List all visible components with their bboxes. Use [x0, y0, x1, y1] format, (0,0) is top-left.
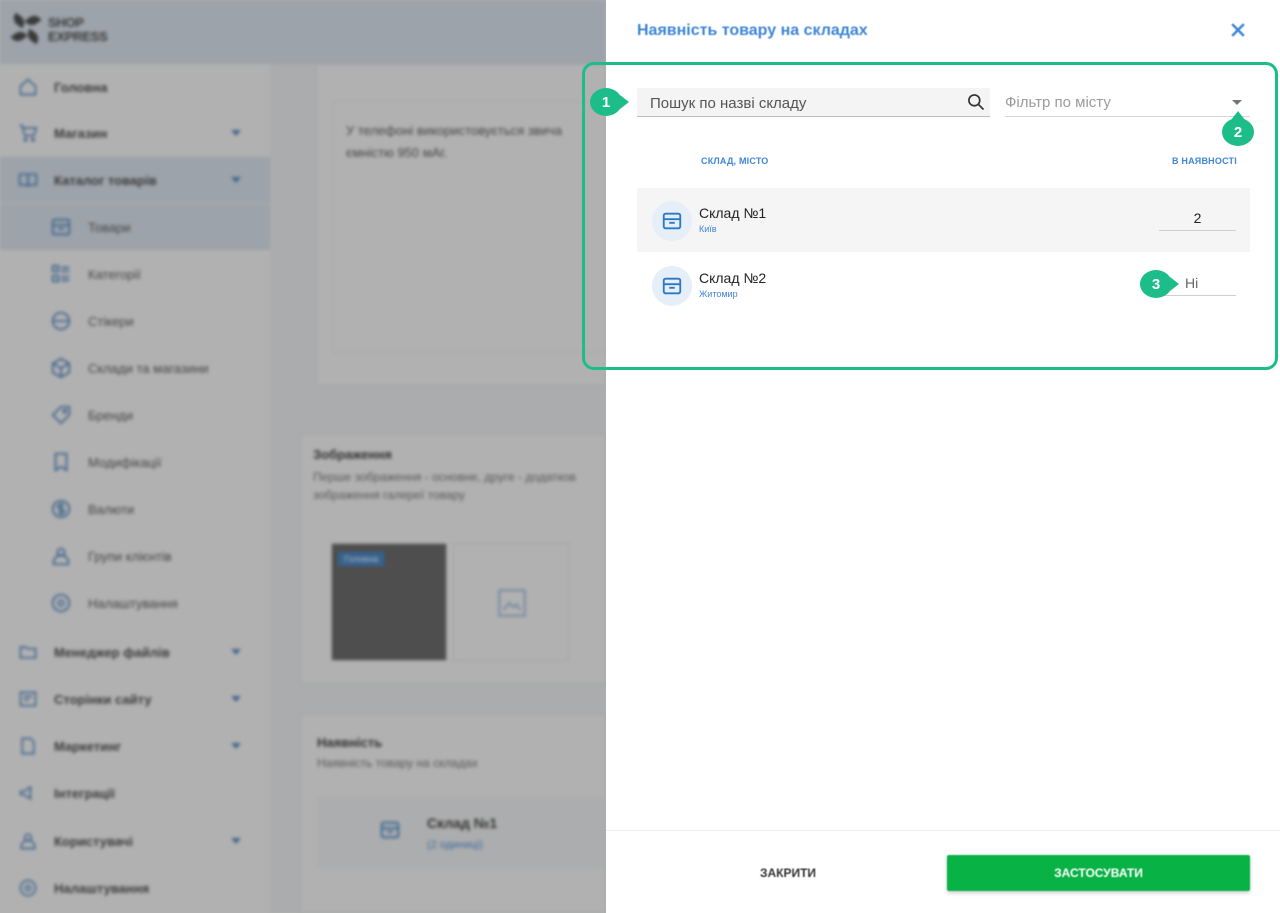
apply-button[interactable]: ЗАСТОСУВАТИ	[947, 855, 1250, 891]
warehouse-stock-drawer: Наявність товару на складах Фільтр по мі…	[582, 0, 1280, 913]
warehouse-search-input[interactable]	[650, 92, 950, 114]
city-filter-select[interactable]: Фільтр по місту	[1005, 88, 1250, 117]
warehouse-city: Житомир	[699, 289, 738, 299]
warehouse-box-icon	[652, 201, 692, 241]
search-icon[interactable]	[966, 92, 986, 112]
annotation-badge-2: 2	[1222, 111, 1254, 146]
column-header-in-stock: В НАЯВНОСТІ	[1172, 156, 1237, 166]
table-row: Склад №1 Київ	[637, 188, 1250, 252]
annotation-badge-1: 1	[590, 88, 629, 116]
warehouse-city: Київ	[699, 224, 717, 234]
annotation-badge-3: 3	[1140, 270, 1179, 298]
drawer-title: Наявність товару на складах	[637, 22, 868, 39]
modal-backdrop[interactable]	[0, 0, 606, 913]
warehouse-search-field[interactable]	[637, 88, 990, 117]
footer-divider	[606, 830, 1280, 831]
column-header-warehouse: СКЛАД, МІСТО	[701, 156, 769, 166]
city-filter-placeholder: Фільтр по місту	[1005, 94, 1111, 111]
stock-quantity-input[interactable]	[1159, 206, 1236, 231]
warehouse-name: Склад №2	[699, 270, 767, 286]
warehouse-box-icon	[652, 266, 692, 306]
close-icon[interactable]	[1228, 20, 1248, 40]
chevron-down-icon[interactable]	[1232, 100, 1242, 105]
warehouse-name: Склад №1	[699, 205, 767, 221]
close-button[interactable]: ЗАКРИТИ	[736, 855, 840, 891]
